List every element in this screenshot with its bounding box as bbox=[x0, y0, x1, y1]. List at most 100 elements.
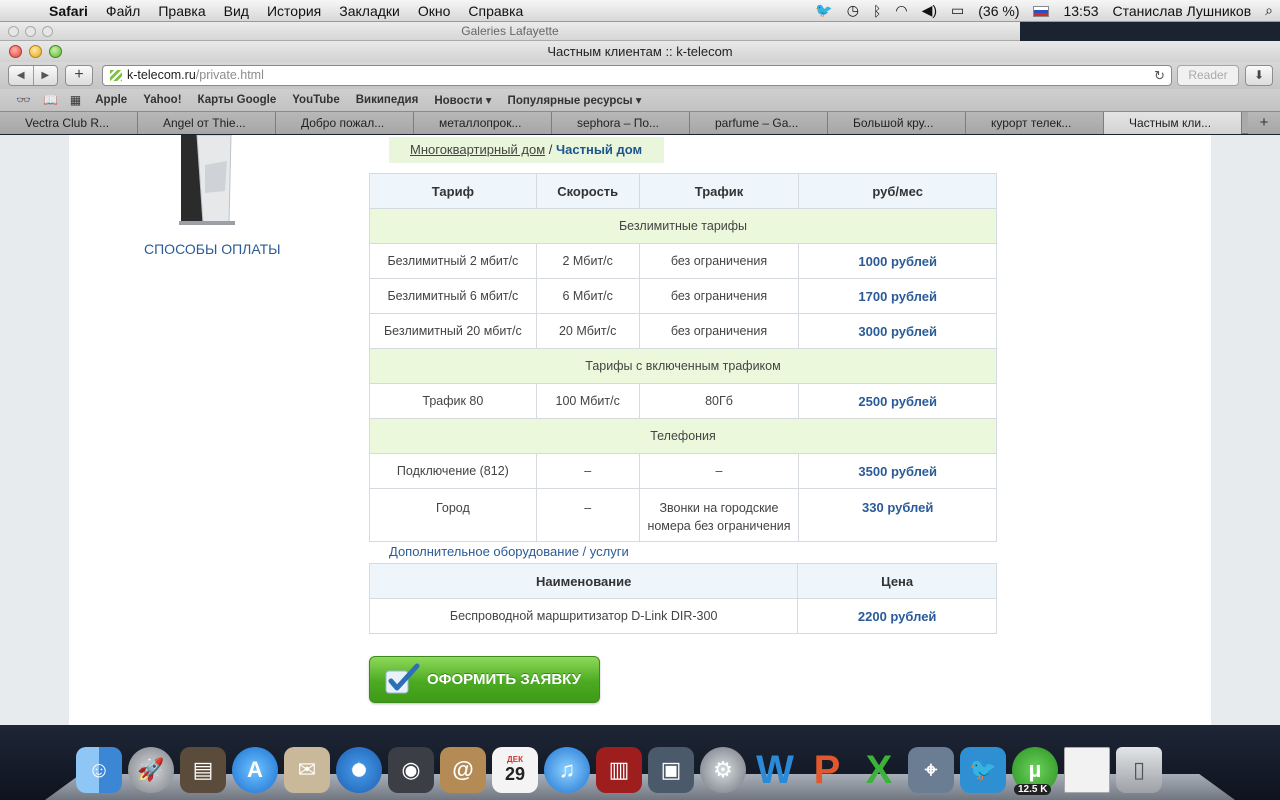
browser-toolbar: ◀ ▶ + k-telecom.ru/private.html ↻ Reader… bbox=[0, 62, 1280, 89]
tab[interactable]: Большой кру... bbox=[828, 112, 966, 134]
tab[interactable]: курорт телек... bbox=[966, 112, 1104, 134]
menu-app-name[interactable]: Safari bbox=[40, 3, 97, 19]
input-source-flag-icon[interactable] bbox=[1026, 3, 1056, 19]
battery-percent: (36 %) bbox=[978, 2, 1020, 19]
utorrent-icon[interactable]: µ 12.5 K bbox=[1012, 747, 1058, 795]
payment-methods-link[interactable]: СПОСОБЫ ОПЛАТЫ bbox=[144, 241, 281, 257]
menu-history[interactable]: История bbox=[258, 3, 330, 19]
remote-desktop-icon[interactable]: ⌖ bbox=[908, 747, 954, 793]
launchpad-icon[interactable]: 🚀 bbox=[128, 747, 174, 793]
twitter-status-icon[interactable]: 🐦 bbox=[808, 2, 839, 19]
background-window-titlebar[interactable]: Galeries Lafayette bbox=[0, 22, 1020, 41]
menu-window[interactable]: Окно bbox=[409, 3, 460, 19]
reader-button[interactable]: Reader bbox=[1177, 65, 1239, 86]
tab-active[interactable]: Частным кли... bbox=[1104, 112, 1242, 134]
bookmark-google-maps[interactable]: Карты Google bbox=[190, 94, 285, 106]
tariff-speed: 20 Мбит/с bbox=[535, 313, 640, 349]
reading-list-icon[interactable]: 👓 bbox=[10, 93, 37, 107]
tab[interactable]: металлопрок... bbox=[414, 112, 552, 134]
apartment-building-link[interactable]: Многоквартирный дом bbox=[410, 142, 545, 157]
powerpoint-icon[interactable]: P bbox=[804, 747, 850, 793]
user-name[interactable]: Станислав Лушников bbox=[1106, 3, 1259, 19]
bookmarks-bar: 👓 📖 ▦ Apple Yahoo! Карты Google YouTube … bbox=[0, 89, 1280, 111]
bookmark-news-label: Новости bbox=[434, 95, 483, 107]
itunes-icon[interactable]: ♫ bbox=[544, 747, 590, 793]
window-titlebar[interactable]: Частным клиентам :: k-telecom bbox=[0, 41, 1280, 62]
reload-icon[interactable]: ↻ bbox=[1154, 66, 1165, 85]
table-row: Безлимитный 20 мбит/с 20 Мбит/с без огра… bbox=[369, 313, 997, 349]
payment-terminal-image bbox=[179, 135, 235, 225]
menu-bookmarks[interactable]: Закладки bbox=[330, 3, 409, 19]
group-row-phone: Телефония bbox=[369, 418, 997, 454]
minimize-window-button[interactable] bbox=[29, 45, 42, 58]
tab[interactable]: sephora – По... bbox=[552, 112, 690, 134]
tab[interactable]: Vectra Club R... bbox=[0, 112, 138, 134]
tab[interactable]: Добро пожал... bbox=[276, 112, 414, 134]
equipment-price: 2200 рублей bbox=[797, 598, 997, 634]
bookmark-yahoo[interactable]: Yahoo! bbox=[135, 94, 189, 106]
tariffs-table: Тариф Скорость Трафик руб/мес Безлимитны… bbox=[369, 173, 997, 542]
url-host: k-telecom.ru bbox=[127, 68, 196, 82]
column-header-name: Наименование bbox=[368, 563, 799, 599]
bookmark-wikipedia[interactable]: Википедия bbox=[348, 94, 427, 106]
finder-icon[interactable]: ☺ bbox=[76, 747, 122, 793]
battery-icon[interactable]: ▭ bbox=[944, 2, 971, 19]
clock[interactable]: 13:53 bbox=[1056, 3, 1105, 19]
facetime-icon[interactable]: ◉ bbox=[388, 747, 434, 793]
recent-window-thumbnail-icon[interactable] bbox=[1064, 747, 1110, 793]
downloads-button[interactable]: ⬇ bbox=[1245, 65, 1273, 86]
menu-edit[interactable]: Правка bbox=[149, 3, 214, 19]
bookmark-apple[interactable]: Apple bbox=[87, 94, 135, 106]
volume-icon[interactable]: ◀) bbox=[915, 2, 944, 19]
wifi-icon[interactable]: ◠ bbox=[888, 2, 914, 19]
tab[interactable]: Angel от Thie... bbox=[138, 112, 276, 134]
mail-icon[interactable]: ✉ bbox=[284, 747, 330, 793]
word-icon[interactable]: W bbox=[752, 747, 798, 793]
trash-icon[interactable]: ▯ bbox=[1116, 747, 1162, 793]
bluetooth-icon[interactable]: ᛒ bbox=[866, 3, 888, 19]
time-machine-icon[interactable]: ◷ bbox=[840, 2, 866, 19]
tariff-name: Безлимитный 6 мбит/с bbox=[369, 278, 537, 314]
close-window-button[interactable] bbox=[9, 45, 22, 58]
calendar-icon[interactable]: ДЕК 29 bbox=[492, 747, 538, 793]
menu-bar: Safari Файл Правка Вид История Закладки … bbox=[0, 0, 1280, 22]
spotlight-search-icon[interactable]: ⌕ bbox=[1258, 2, 1280, 19]
back-button[interactable]: ◀ bbox=[9, 66, 33, 85]
bookmark-popular[interactable]: Популярные ресурсы ▾ bbox=[500, 93, 650, 107]
tariff-price: 330 рублей bbox=[798, 488, 997, 542]
zoom-window-button[interactable] bbox=[49, 45, 62, 58]
photo-booth-red-icon[interactable]: ▥ bbox=[596, 747, 642, 793]
system-preferences-icon[interactable]: ⚙ bbox=[700, 747, 746, 793]
bookmark-news[interactable]: Новости ▾ bbox=[426, 93, 499, 107]
twitter-icon[interactable]: 🐦 bbox=[960, 747, 1006, 793]
tab-bar: Vectra Club R... Angel от Thie... Добро … bbox=[0, 111, 1280, 134]
tariff-name: Безлимитный 2 мбит/с bbox=[369, 243, 537, 279]
extra-equipment-link[interactable]: Дополнительное оборудование / услуги bbox=[389, 544, 629, 559]
tariff-traffic: без ограничения bbox=[638, 278, 800, 314]
excel-icon[interactable]: X bbox=[856, 747, 902, 793]
safari-icon[interactable]: ✦ bbox=[336, 747, 382, 793]
table-row: Город – Звонки на городские номера без о… bbox=[369, 488, 997, 542]
forward-button[interactable]: ▶ bbox=[32, 66, 58, 85]
table-row: Беспроводной маршритизатор D-Link DIR-30… bbox=[368, 598, 997, 634]
photo-booth-icon[interactable]: ▤ bbox=[180, 747, 226, 793]
show-bookmarks-icon[interactable]: 📖 bbox=[37, 93, 64, 107]
back-forward-buttons: ◀ ▶ bbox=[8, 65, 58, 86]
app-store-icon[interactable]: A bbox=[232, 747, 278, 793]
new-tab-button[interactable]: + bbox=[1248, 112, 1280, 134]
submit-order-button[interactable]: ОФОРМИТЬ ЗАЯВКУ bbox=[369, 656, 600, 703]
top-sites-icon[interactable]: ▦ bbox=[64, 93, 87, 107]
tariff-traffic: – bbox=[638, 453, 800, 489]
group-label: Безлимитные тарифы bbox=[369, 208, 997, 244]
tab[interactable]: parfume – Ga... bbox=[690, 112, 828, 134]
menu-help[interactable]: Справка bbox=[459, 3, 532, 19]
tariff-price: 3000 рублей bbox=[798, 313, 997, 349]
address-bar[interactable]: k-telecom.ru/private.html ↻ bbox=[102, 65, 1172, 86]
iphoto-icon[interactable]: ▣ bbox=[648, 747, 694, 793]
bookmark-youtube[interactable]: YouTube bbox=[284, 94, 347, 106]
menu-view[interactable]: Вид bbox=[215, 3, 258, 19]
address-book-icon[interactable]: @ bbox=[440, 747, 486, 793]
menu-file[interactable]: Файл bbox=[97, 3, 149, 19]
add-bookmark-button[interactable]: + bbox=[65, 65, 93, 86]
tariff-name: Подключение (812) bbox=[369, 453, 537, 489]
